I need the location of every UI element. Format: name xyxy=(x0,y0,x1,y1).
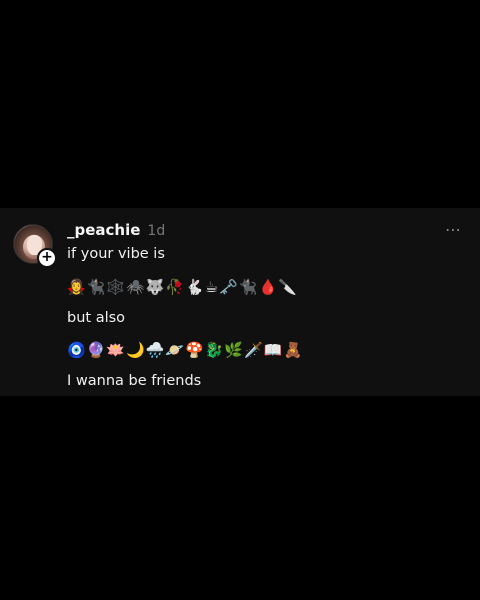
post-time: 1d xyxy=(147,223,166,239)
emoji-row-2: 🧿🔮🪷🌙🌧️🪐🍄🐉🌿🗡️📖🧸 xyxy=(67,341,304,359)
more-options-icon[interactable]: ⋯ xyxy=(445,220,462,239)
post-text-line-2: but also xyxy=(67,310,126,326)
follow-plus-icon[interactable]: + xyxy=(37,248,57,268)
post-card[interactable]: + _peachie 1d ⋯ if your vibe is 🧛‍♀️🐈‍⬛🕸… xyxy=(0,208,480,396)
post-text-line-3: I wanna be friends xyxy=(67,373,202,389)
avatar-container[interactable]: + xyxy=(13,224,57,268)
post-text-line-1: if your vibe is xyxy=(67,246,165,262)
emoji-row-1: 🧛‍♀️🐈‍⬛🕸️🕷️🐺🥀🐇☕🗝️🐈‍⬛🩸🔪 xyxy=(67,278,298,296)
username[interactable]: _peachie xyxy=(67,221,140,239)
post-header: _peachie 1d xyxy=(67,221,165,239)
